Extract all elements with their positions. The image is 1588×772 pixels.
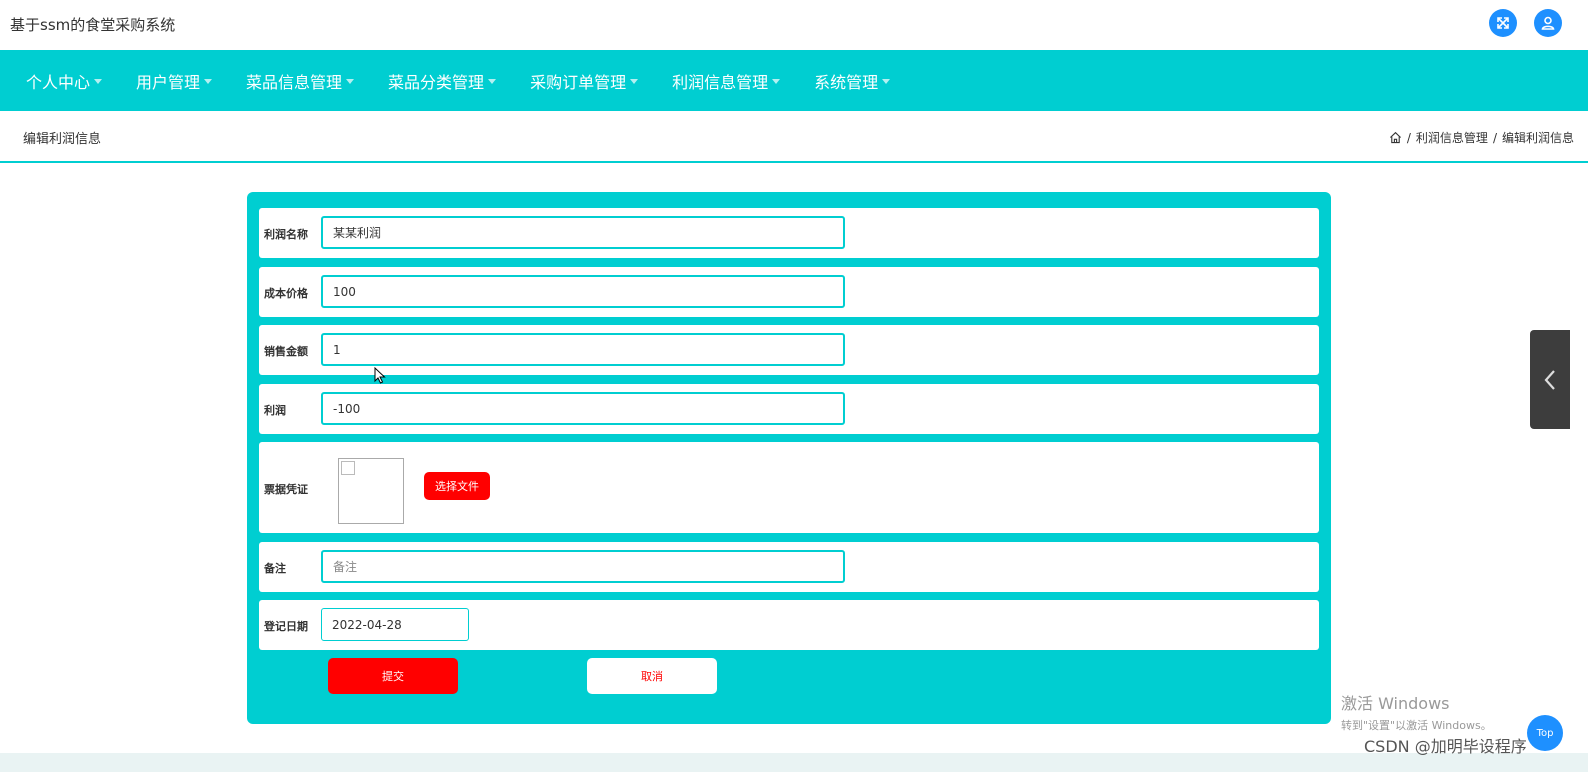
nav-label: 采购订单管理 [530, 72, 627, 92]
caret-down-icon [630, 79, 639, 84]
main-nav: 个人中心 用户管理 菜品信息管理 菜品分类管理 采购订单管理 利润信息管理 系统… [0, 50, 1588, 111]
caret-down-icon [772, 79, 781, 84]
profit-input[interactable]: -100 [321, 392, 845, 425]
sales-amount-label: 销售金额 [264, 345, 308, 358]
csdn-watermark: CSDN @加明毕设程序 [1364, 737, 1527, 756]
nav-item-system[interactable]: 系统管理 [814, 69, 891, 93]
side-panel-toggle[interactable] [1530, 330, 1570, 429]
mouse-cursor-icon [374, 366, 386, 388]
windows-activation-hint: 转到"设置"以激活 Windows。 [1341, 719, 1492, 732]
submit-button[interactable]: 提交 [328, 658, 458, 694]
profit-name-label: 利润名称 [264, 228, 308, 241]
form-row-profit-name: 利润名称 某某利润 [259, 208, 1319, 258]
cancel-button[interactable]: 取消 [587, 658, 717, 694]
cost-price-input[interactable]: 100 [321, 275, 845, 308]
profit-name-input[interactable]: 某某利润 [321, 216, 845, 249]
form-row-date: 登记日期 2022-04-28 [259, 600, 1319, 650]
caret-down-icon [488, 79, 497, 84]
nav-item-dish-category[interactable]: 菜品分类管理 [388, 69, 497, 93]
form-row-receipt: 票据凭证 选择文件 [259, 442, 1319, 533]
nav-label: 利润信息管理 [672, 72, 769, 92]
windows-activation-watermark: 激活 Windows 转到"设置"以激活 Windows。 [1341, 690, 1492, 733]
sales-amount-input[interactable]: 1 [321, 333, 845, 366]
profit-label: 利润 [264, 404, 286, 417]
profit-edit-form: 利润名称 某某利润 成本价格 100 销售金额 1 利润 -100 票据凭证 选… [247, 192, 1331, 724]
cost-price-label: 成本价格 [264, 287, 308, 300]
caret-down-icon [204, 79, 213, 84]
page-title: 编辑利润信息 [23, 132, 102, 147]
form-row-profit: 利润 -100 [259, 384, 1319, 434]
nav-item-purchase-order[interactable]: 采购订单管理 [530, 69, 639, 93]
form-row-cost-price: 成本价格 100 [259, 267, 1319, 317]
receipt-image-preview [338, 458, 404, 524]
breadcrumb-current: 编辑利润信息 [1501, 131, 1574, 145]
form-row-remark: 备注 备注 [259, 542, 1319, 592]
breadcrumb: / 利润信息管理 / 编辑利润信息 [1389, 129, 1574, 146]
breadcrumb-profit-management[interactable]: 利润信息管理 [1416, 129, 1488, 146]
date-input[interactable]: 2022-04-28 [321, 608, 469, 641]
breadcrumb-separator: / [1492, 130, 1497, 145]
nav-label: 用户管理 [136, 72, 201, 92]
nav-item-profit-info[interactable]: 利润信息管理 [672, 69, 781, 93]
choose-file-button[interactable]: 选择文件 [424, 472, 490, 500]
back-to-top-button[interactable]: Top [1527, 715, 1563, 751]
nav-label: 菜品信息管理 [246, 72, 343, 92]
chevron-left-icon [1544, 369, 1555, 390]
fullscreen-icon[interactable] [1489, 9, 1517, 37]
breadcrumb-separator: / [1406, 130, 1411, 145]
nav-item-user-management[interactable]: 用户管理 [136, 69, 213, 93]
nav-label: 系统管理 [814, 72, 879, 92]
caret-down-icon [94, 79, 103, 84]
caret-down-icon [882, 79, 891, 84]
top-bar: 基于ssm的食堂采购系统 [0, 0, 1588, 50]
windows-activation-title: 激活 Windows [1341, 694, 1450, 713]
user-icon[interactable] [1534, 9, 1562, 37]
nav-item-dish-info[interactable]: 菜品信息管理 [246, 69, 355, 93]
app-title: 基于ssm的食堂采购系统 [10, 16, 176, 34]
nav-label: 个人中心 [26, 72, 91, 92]
page-header: 编辑利润信息 / 利润信息管理 / 编辑利润信息 [0, 111, 1588, 163]
receipt-label: 票据凭证 [264, 483, 308, 496]
remark-label: 备注 [264, 562, 286, 575]
caret-down-icon [346, 79, 355, 84]
nav-item-personal-center[interactable]: 个人中心 [26, 69, 103, 93]
remark-input[interactable]: 备注 [321, 550, 845, 583]
nav-label: 菜品分类管理 [388, 72, 485, 92]
footer-strip [0, 753, 1588, 772]
home-icon[interactable] [1389, 131, 1402, 144]
date-label: 登记日期 [264, 620, 308, 633]
form-row-sales-amount: 销售金额 1 [259, 325, 1319, 375]
